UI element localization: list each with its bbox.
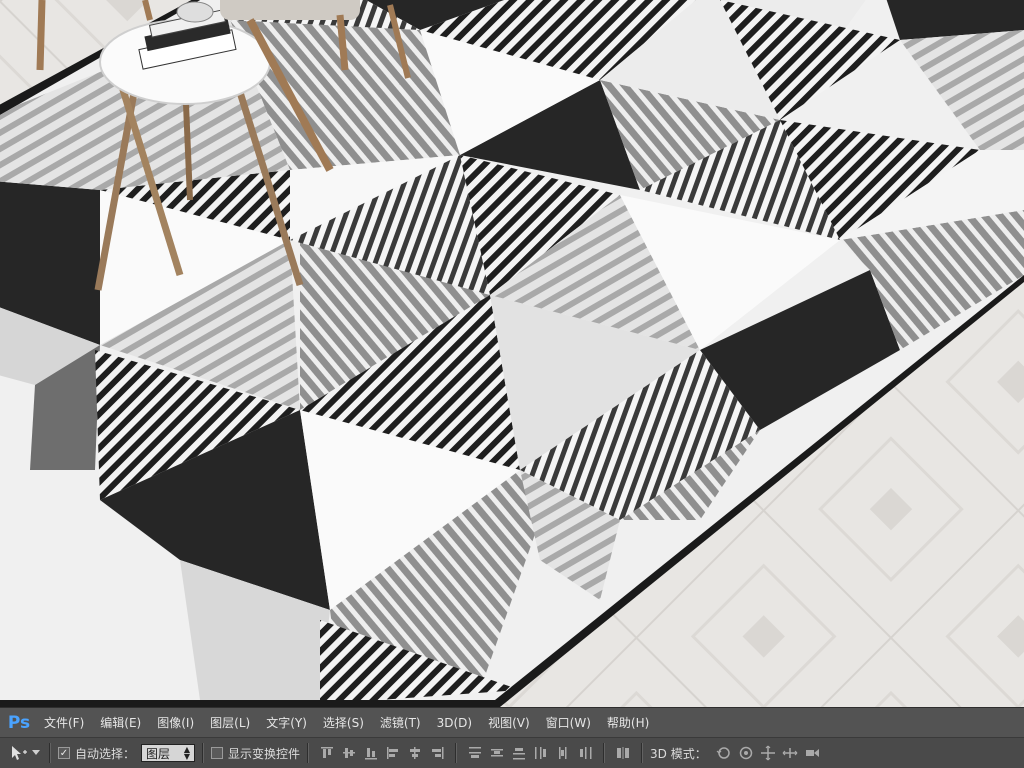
chevron-down-icon [31, 743, 41, 763]
align-horizontal-centers-icon[interactable] [405, 743, 425, 763]
menu-layer[interactable]: 图层(L) [202, 708, 258, 738]
distribute-top-icon[interactable] [465, 743, 485, 763]
auto-select-checkbox[interactable]: ✓ [58, 747, 70, 759]
pan-3d-icon[interactable] [758, 743, 778, 763]
menu-view[interactable]: 视图(V) [480, 708, 538, 738]
move-tool-preset[interactable] [8, 743, 42, 763]
menu-type[interactable]: 文字(Y) [258, 708, 315, 738]
divider [641, 743, 644, 763]
divider [49, 743, 51, 763]
distribute-right-icon[interactable] [575, 743, 595, 763]
show-transform-label: 显示变换控件 [228, 746, 301, 761]
align-top-edges-icon[interactable] [317, 743, 337, 763]
distribute-left-icon[interactable] [531, 743, 551, 763]
menu-window[interactable]: 窗口(W) [538, 708, 599, 738]
distribute-bottom-icon[interactable] [509, 743, 529, 763]
show-transform-checkbox[interactable] [211, 747, 224, 759]
align-bottom-edges-icon[interactable] [361, 743, 381, 763]
menu-file[interactable]: 文件(F) [36, 708, 92, 738]
menu-image[interactable]: 图像(I) [149, 708, 202, 738]
menu-edit[interactable]: 编辑(E) [92, 708, 149, 738]
rotate-3d-icon[interactable] [714, 743, 734, 763]
rug-scene-image [0, 0, 1024, 707]
align-vertical-centers-icon[interactable] [339, 743, 359, 763]
distribute-horizontal-centers-icon[interactable] [553, 743, 573, 763]
divider [202, 743, 205, 763]
canvas-area [0, 0, 1024, 707]
auto-select-toggle[interactable]: ✓ 自动选择： [58, 745, 135, 762]
scale-3d-icon[interactable] [802, 743, 822, 763]
show-transform-toggle[interactable]: 显示变换控件 [211, 745, 300, 762]
slide-3d-icon[interactable] [780, 743, 800, 763]
move-tool-icon [9, 743, 29, 763]
menu-select[interactable]: 选择(S) [315, 708, 372, 738]
auto-select-target-dropdown[interactable]: 图层 ▲ ▼ [141, 744, 196, 762]
dropdown-value: 图层 [146, 746, 171, 761]
divider [307, 743, 310, 763]
menu-help[interactable]: 帮助(H) [599, 708, 657, 738]
options-bar: ✓ 自动选择： 图层 ▲ ▼ 显示变换控件 3D 模式： [0, 737, 1024, 768]
photoshop-logo: Ps [7, 712, 31, 733]
divider [455, 743, 458, 763]
distribute-vertical-centers-icon[interactable] [487, 743, 507, 763]
3d-mode-label: 3D 模式： [650, 746, 707, 761]
roll-3d-icon[interactable] [736, 743, 756, 763]
menu-3d[interactable]: 3D(D) [429, 708, 480, 738]
dropdown-stepper-icon: ▲ ▼ [183, 745, 191, 761]
divider [603, 743, 606, 763]
auto-align-layers-icon[interactable] [613, 743, 633, 763]
auto-select-label: 自动选择： [75, 746, 136, 761]
align-left-edges-icon[interactable] [383, 743, 403, 763]
menu-bar: Ps 文件(F) 编辑(E) 图像(I) 图层(L) 文字(Y) 选择(S) 滤… [0, 707, 1024, 737]
menu-filter[interactable]: 滤镜(T) [372, 708, 429, 738]
align-right-edges-icon[interactable] [427, 743, 447, 763]
